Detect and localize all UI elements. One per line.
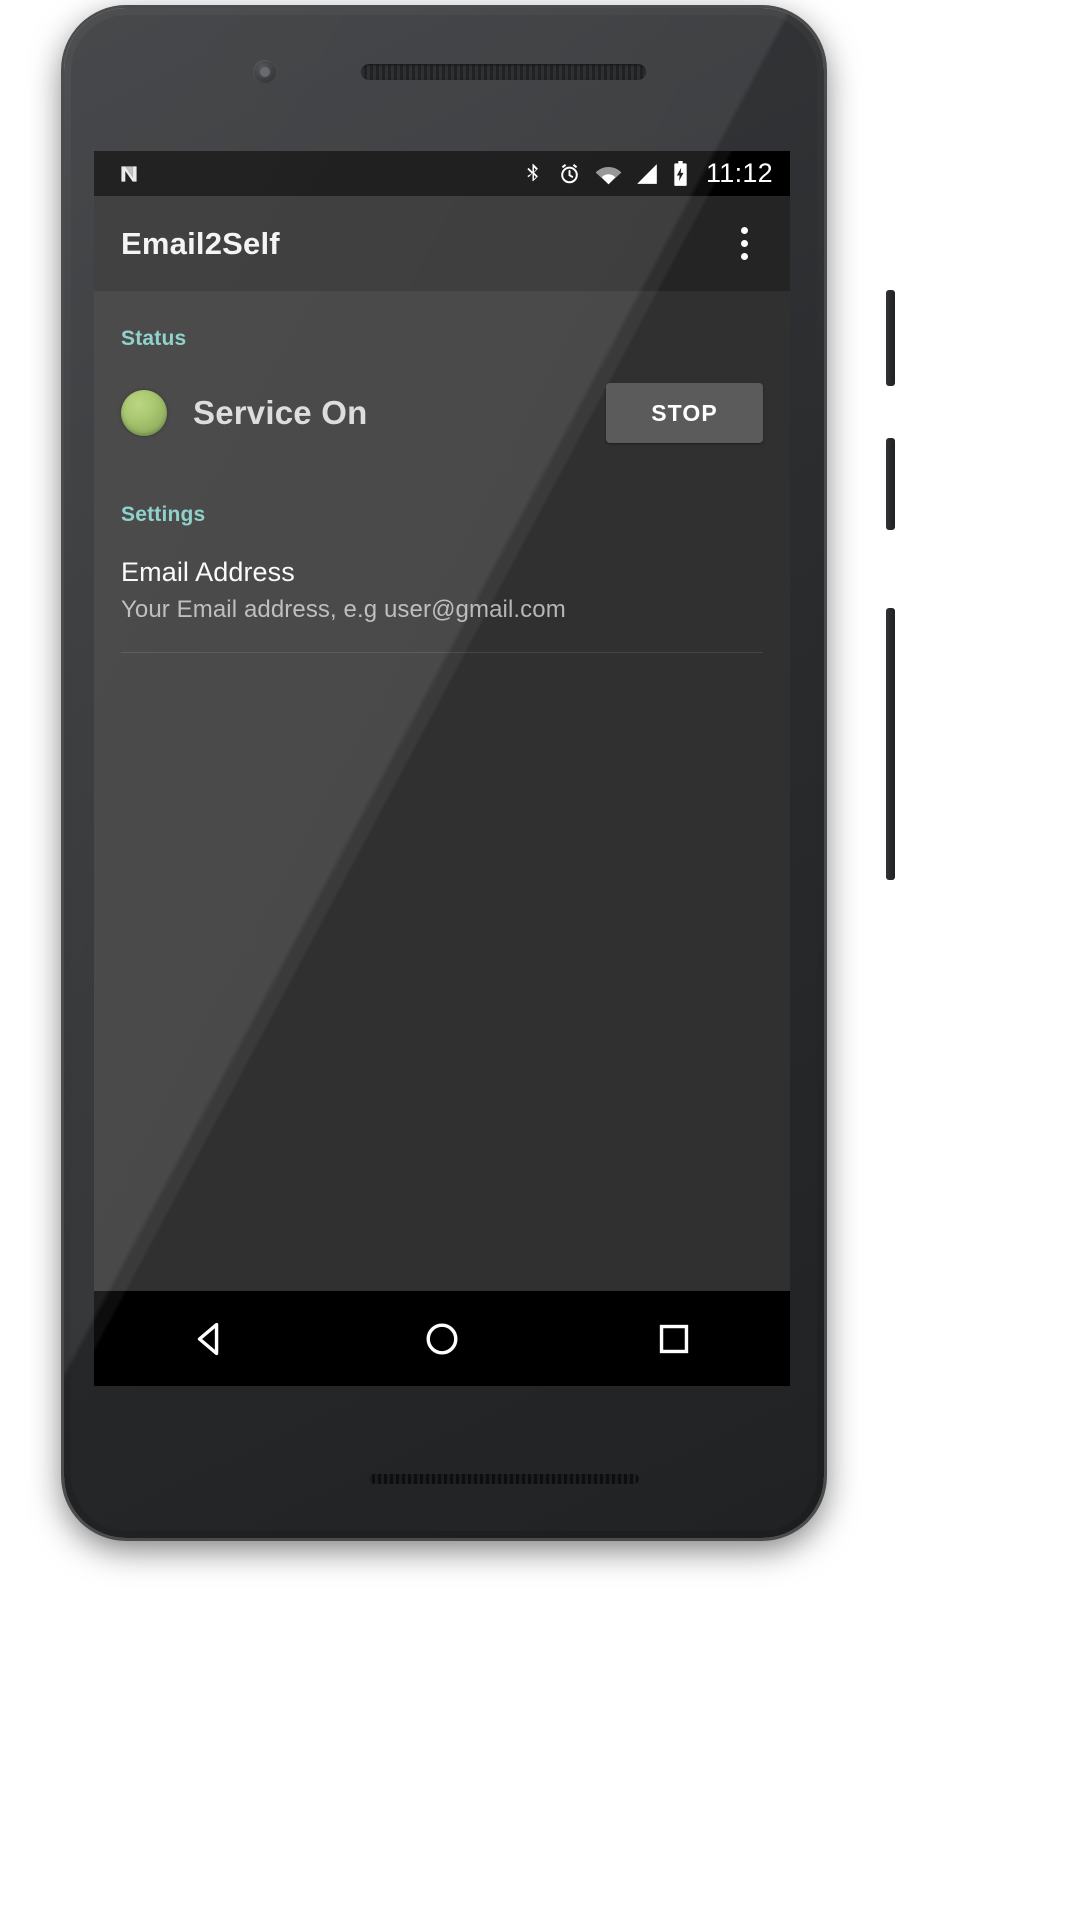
navigation-bar	[94, 1291, 790, 1386]
volume-down-button[interactable]	[886, 608, 895, 880]
battery-charging-icon	[672, 160, 689, 187]
settings-section-header: Settings	[121, 503, 206, 526]
bluetooth-icon	[521, 161, 544, 186]
overflow-dot	[740, 253, 748, 260]
status-bar-clock: 11:12	[705, 158, 773, 188]
overflow-dot	[740, 227, 748, 234]
phone-screen: 11:12 Email2Self Status Service On STOP …	[94, 151, 790, 1386]
service-status-row: Service On STOP	[121, 377, 763, 449]
volume-up-button[interactable]	[886, 438, 895, 530]
android-n-logo-icon	[116, 161, 142, 187]
service-status-indicator-icon	[121, 390, 167, 436]
nav-back-button[interactable]	[165, 1291, 255, 1386]
service-status-label: Service On	[193, 394, 368, 431]
status-bar-right: 11:12	[521, 160, 773, 187]
cellular-signal-icon	[635, 163, 659, 185]
app-bar: Email2Self	[94, 196, 790, 291]
nav-home-button[interactable]	[397, 1291, 487, 1386]
phone-device: 11:12 Email2Self Status Service On STOP …	[64, 8, 895, 1538]
preference-title: Email Address	[121, 557, 295, 587]
wifi-icon	[595, 163, 622, 185]
overflow-dot	[740, 240, 748, 247]
status-section: Status Service On STOP	[94, 291, 790, 449]
alarm-icon	[557, 161, 582, 186]
overflow-menu-button[interactable]	[716, 216, 772, 272]
nav-recents-button[interactable]	[629, 1291, 719, 1386]
status-section-header: Status	[121, 327, 187, 350]
app-title: Email2Self	[121, 225, 280, 261]
settings-section: Settings Email Address Your Email addres…	[94, 449, 790, 653]
preference-summary: Your Email address, e.g user@gmail.com	[121, 596, 566, 623]
device-reflection	[64, 1538, 824, 1768]
stop-service-button[interactable]: STOP	[606, 383, 763, 443]
screenshot-canvas: 11:12 Email2Self Status Service On STOP …	[0, 0, 1080, 1920]
power-button[interactable]	[886, 290, 895, 386]
status-bar-left	[116, 161, 142, 187]
front-camera-lens	[260, 67, 270, 77]
earpiece-speaker	[361, 64, 646, 80]
status-bar: 11:12	[94, 151, 790, 196]
preference-item-email-address[interactable]: Email Address Your Email address, e.g us…	[121, 557, 763, 653]
main-content: Status Service On STOP Settings Email Ad…	[94, 291, 790, 1386]
bottom-speaker-grille	[369, 1474, 639, 1484]
